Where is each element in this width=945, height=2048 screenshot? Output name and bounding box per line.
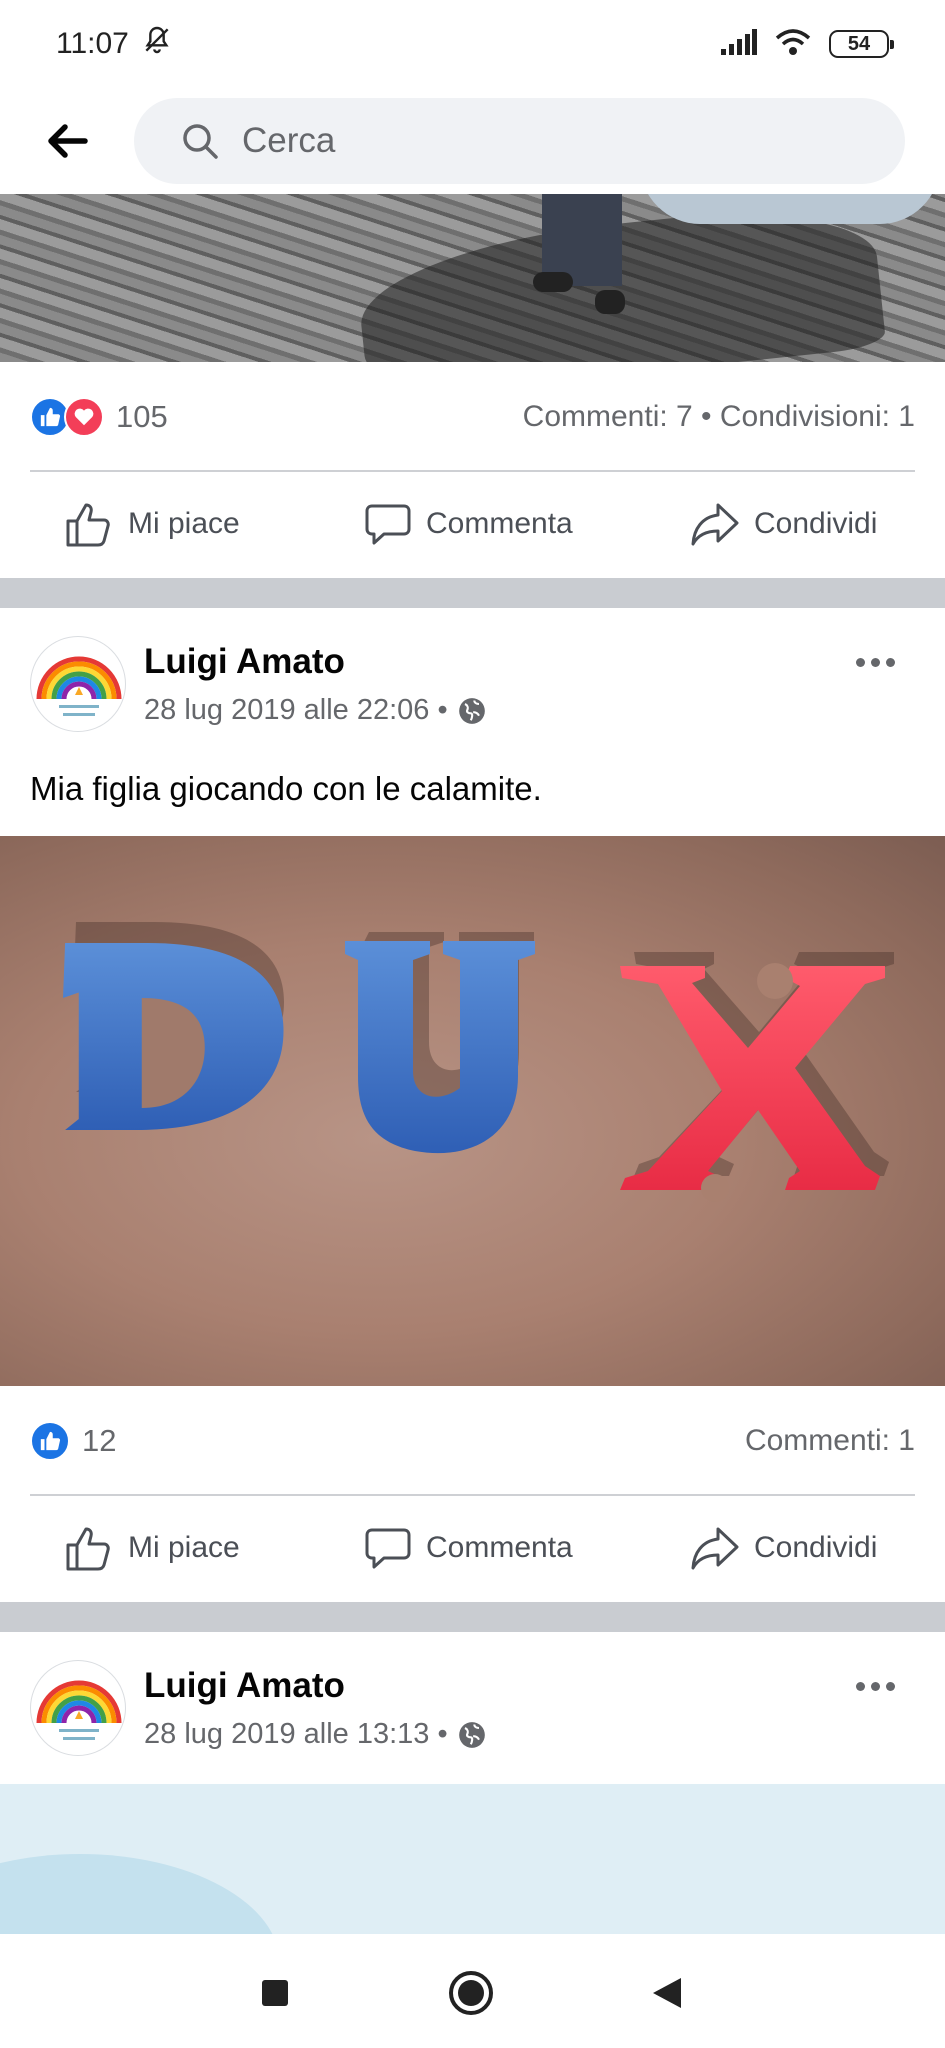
like-button[interactable]: Mi piace [64,499,240,549]
feed-separator [0,578,945,608]
status-bar: 11:07 54 [0,0,945,88]
post2-action-bar: Mi piace Commenta Condividi [0,1496,945,1600]
more-options-button[interactable] [845,1666,905,1706]
reaction-summary[interactable]: 12 [30,1421,116,1461]
wifi-icon [775,28,811,61]
more-options-button[interactable] [845,642,905,682]
share-label: Condividi [754,507,878,540]
post2-photo[interactable] [0,836,945,1386]
post-photo-top[interactable] [0,194,945,362]
author-avatar[interactable] [30,636,126,732]
comments-shares-count[interactable]: Commenti: 7 • Condivisioni: 1 [523,400,915,434]
reaction-summary[interactable]: 105 [30,397,168,437]
post2-header: Luigi Amato 28 lug 2019 alle 22:06 • [0,628,945,748]
like-label: Mi piace [128,1531,240,1564]
post-text: Mia figlia giocando con le calamite. [30,770,542,807]
reaction-count: 12 [82,1423,117,1458]
comment-label: Commenta [426,507,573,540]
post-timestamp[interactable]: 28 lug 2019 alle 13:13 • [144,1718,448,1751]
status-time: 11:07 [56,27,129,60]
search-input[interactable] [242,121,802,161]
system-navigation-bar [0,1934,945,2048]
comment-bubble-icon [365,504,411,545]
back-nav-button[interactable] [642,1968,692,2018]
globe-icon [458,1721,485,1748]
comment-bubble-icon [365,1528,411,1569]
author-avatar[interactable] [30,1660,126,1756]
post-timestamp[interactable]: 28 lug 2019 alle 22:06 • [144,694,448,727]
battery-indicator: 54 [829,30,894,58]
home-button[interactable] [446,1968,496,2018]
back-arrow-icon [48,124,88,158]
globe-icon [458,697,485,724]
post-meta: 28 lug 2019 alle 22:06 • [144,694,486,727]
author-name[interactable]: Luigi Amato [144,642,345,682]
post3-photo[interactable] [0,1784,945,1934]
like-reaction-icon [30,1421,70,1461]
square-icon [262,1980,288,2006]
share-button[interactable]: Condividi [690,501,877,547]
share-arrow-icon [691,1527,739,1570]
share-arrow-icon [691,503,739,546]
post1-action-bar: Mi piace Commenta Condividi [0,472,945,576]
post1-reactions-row: 105 Commenti: 7 • Condivisioni: 1 [0,364,945,470]
comments-count[interactable]: Commenti: 1 [745,1424,915,1458]
author-name[interactable]: Luigi Amato [144,1666,345,1706]
feed-separator [0,1602,945,1632]
search-bar[interactable] [134,98,905,184]
like-button[interactable]: Mi piace [64,1523,240,1573]
love-reaction-icon [64,397,104,437]
share-button[interactable]: Condividi [690,1525,877,1571]
search-header [0,88,945,194]
mute-bell-icon [141,24,173,64]
reaction-count: 105 [116,399,168,434]
share-label: Condividi [754,1531,878,1564]
post2-reactions-row: 12 Commenti: 1 [0,1388,945,1494]
signal-icon [721,28,757,60]
post3-header: Luigi Amato 28 lug 2019 alle 13:13 • [0,1652,945,1772]
comment-button[interactable]: Commenta [364,500,573,548]
thumbs-up-icon [66,1527,110,1571]
search-icon [183,124,218,159]
thumbs-up-icon [66,503,110,547]
comment-label: Commenta [426,1531,573,1564]
back-button[interactable] [0,88,134,194]
battery-level: 54 [847,32,871,55]
like-label: Mi piace [128,507,240,540]
recent-apps-button[interactable] [250,1968,300,2018]
comment-button[interactable]: Commenta [364,1524,573,1572]
circle-icon [449,1971,493,2015]
post-meta: 28 lug 2019 alle 13:13 • [144,1718,486,1751]
triangle-back-icon [653,1978,681,2008]
